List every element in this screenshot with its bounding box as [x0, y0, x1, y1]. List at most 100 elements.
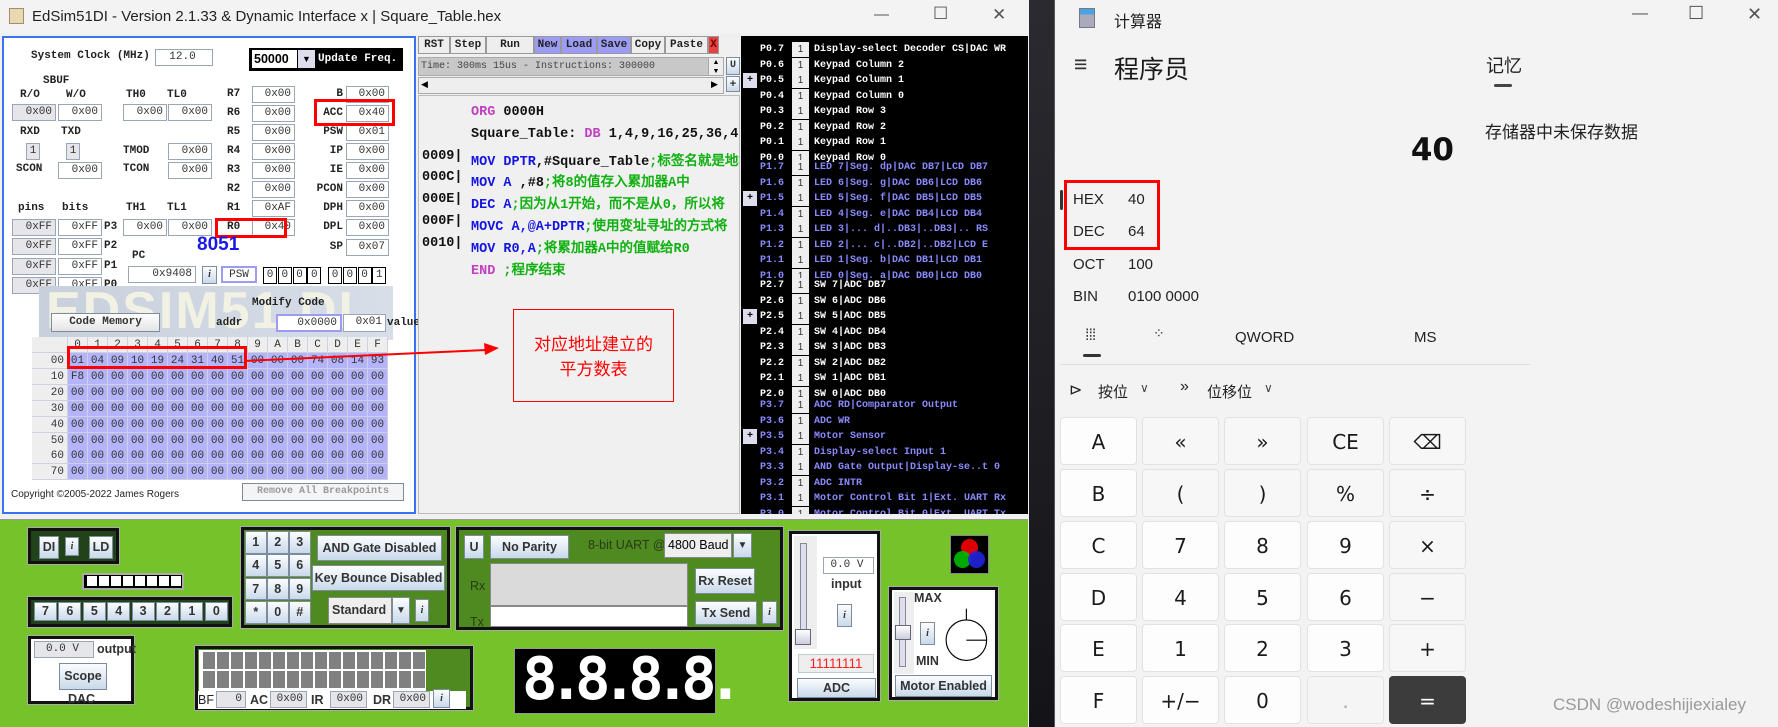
port-pin-value[interactable]: 1	[792, 175, 809, 191]
rx-reset-button[interactable]: Rx Reset	[695, 568, 755, 594]
port-pin-value[interactable]: 1	[792, 57, 809, 73]
keypad-key[interactable]: 9	[289, 577, 311, 601]
port-pin-value[interactable]: 1	[792, 309, 809, 325]
parity-button[interactable]: No Parity	[490, 535, 569, 559]
calc-key[interactable]: 1	[1142, 624, 1219, 672]
bitwise-icon[interactable]: ⊳	[1069, 380, 1082, 400]
port-pin-value[interactable]: 1	[792, 460, 809, 476]
calc-key[interactable]: A	[1060, 417, 1137, 465]
memory-cell[interactable]: 00	[268, 432, 288, 449]
memory-cell[interactable]: 00	[148, 384, 168, 401]
and-gate-button[interactable]: AND Gate Disabled	[317, 535, 442, 561]
memory-cell[interactable]: 00	[268, 400, 288, 417]
memory-cell[interactable]: 00	[308, 432, 328, 449]
adc-button[interactable]: ADC	[797, 678, 876, 698]
memory-cell[interactable]: 00	[68, 464, 88, 481]
adc-input-field[interactable]: 0.0 V	[823, 557, 874, 574]
port-pin-value[interactable]: 1	[792, 398, 809, 413]
maximize-button[interactable]: ☐	[933, 4, 948, 24]
memory-cell[interactable]: 00	[208, 432, 228, 449]
toolbar-load-button[interactable]: Load	[561, 36, 597, 54]
keypad-key[interactable]: 0	[267, 600, 289, 624]
close-button[interactable]: ✕	[992, 5, 1006, 25]
word-size-button[interactable]: QWORD	[1235, 329, 1294, 346]
chevron-down-icon[interactable]: ▼	[733, 533, 752, 558]
calc-key[interactable]: ×	[1389, 521, 1466, 569]
memory-cell[interactable]: 00	[368, 416, 388, 433]
memory-cell[interactable]: 00	[148, 448, 168, 465]
menu-icon[interactable]: ≡	[1074, 51, 1087, 78]
calc-key[interactable]: E	[1060, 624, 1137, 672]
memory-cell[interactable]: 00	[268, 384, 288, 401]
memory-cell[interactable]: 00	[68, 432, 88, 449]
memory-cell[interactable]: 00	[208, 464, 228, 481]
memory-cell[interactable]: 00	[148, 416, 168, 433]
equals-button[interactable]: =	[1389, 676, 1466, 724]
memory-cell[interactable]: 00	[88, 384, 108, 401]
keypad-key[interactable]: 2	[267, 531, 289, 554]
memory-cell[interactable]: 00	[268, 416, 288, 433]
memory-cell[interactable]: 00	[188, 448, 208, 465]
adc-slider-handle[interactable]	[795, 629, 811, 645]
port-pin-value[interactable]: 1	[792, 222, 809, 238]
memory-cell[interactable]: 00	[168, 464, 188, 481]
calc-key[interactable]: +/−	[1142, 676, 1219, 724]
memory-cell[interactable]: 00	[228, 432, 248, 449]
memory-cell[interactable]: 00	[188, 416, 208, 433]
minimize-button[interactable]: —	[874, 6, 889, 23]
memory-cell[interactable]: 00	[328, 416, 348, 433]
memory-cell[interactable]: 00	[128, 400, 148, 417]
memory-cell[interactable]: 00	[328, 464, 348, 481]
memory-cell[interactable]: 00	[208, 400, 228, 417]
switch-button[interactable]: 4	[107, 602, 131, 621]
port-pin-value[interactable]: 1	[792, 73, 809, 89]
memory-cell[interactable]: 00	[88, 416, 108, 433]
memory-cell[interactable]: 00	[68, 416, 88, 433]
calc-key[interactable]: 4	[1142, 573, 1219, 621]
switch-button[interactable]: 7	[34, 602, 57, 621]
memory-cell[interactable]: 00	[108, 400, 128, 417]
chevron-down-icon[interactable]: ▼	[392, 597, 410, 624]
port-pin-value[interactable]: 1	[792, 237, 809, 253]
switch-button[interactable]: 5	[82, 602, 106, 621]
memory-cell[interactable]: 00	[328, 432, 348, 449]
memory-cell[interactable]: 00	[88, 448, 108, 465]
expand-plus-button[interactable]: +	[743, 429, 757, 445]
memory-cell[interactable]: 00	[128, 384, 148, 401]
chevron-down-icon[interactable]: ∨	[1140, 381, 1149, 395]
calc-key[interactable]: )	[1224, 469, 1301, 517]
memory-cell[interactable]: 00	[208, 448, 228, 465]
memory-cell[interactable]: 00	[168, 384, 188, 401]
toolbar-new-button[interactable]: New	[534, 36, 561, 54]
port-pin-value[interactable]: 1	[792, 491, 809, 507]
memory-cell[interactable]: 00	[68, 400, 88, 417]
maximize-button[interactable]: ☐	[1688, 3, 1704, 24]
scroll-right-icon[interactable]: ▶	[711, 79, 718, 90]
memory-cell[interactable]: 00	[368, 448, 388, 465]
tx-send-button[interactable]: Tx Send	[695, 601, 757, 625]
u-button[interactable]: U	[726, 57, 740, 75]
tx-input[interactable]	[490, 606, 688, 627]
memory-cell[interactable]: 00	[148, 464, 168, 481]
switch-button[interactable]: 6	[58, 602, 82, 621]
memory-cell[interactable]: 00	[268, 448, 288, 465]
memory-cell[interactable]: 00	[128, 448, 148, 465]
memory-cell[interactable]: 00	[68, 448, 88, 465]
expand-plus-button[interactable]: +	[743, 73, 757, 89]
calc-key[interactable]: 3	[1307, 624, 1384, 672]
calc-key[interactable]: .	[1307, 676, 1384, 724]
port-pin-value[interactable]: 1	[792, 355, 809, 371]
port-pin-value[interactable]: 1	[792, 135, 809, 151]
bit-toggle-icon[interactable]: ⁘	[1153, 325, 1165, 342]
memory-cell[interactable]: 00	[188, 464, 208, 481]
plus-button[interactable]: +	[726, 76, 740, 92]
memory-cell[interactable]: 00	[128, 432, 148, 449]
motor-info-button[interactable]: i	[920, 622, 935, 645]
memory-cell[interactable]: 00	[328, 400, 348, 417]
memory-cell[interactable]: 00	[248, 432, 268, 449]
memory-store-button[interactable]: MS	[1414, 329, 1437, 346]
memory-cell[interactable]: 00	[188, 432, 208, 449]
keypad-info-button[interactable]: i	[415, 599, 429, 622]
switch-button[interactable]: 2	[156, 602, 179, 621]
memory-cell[interactable]: 00	[368, 384, 388, 401]
